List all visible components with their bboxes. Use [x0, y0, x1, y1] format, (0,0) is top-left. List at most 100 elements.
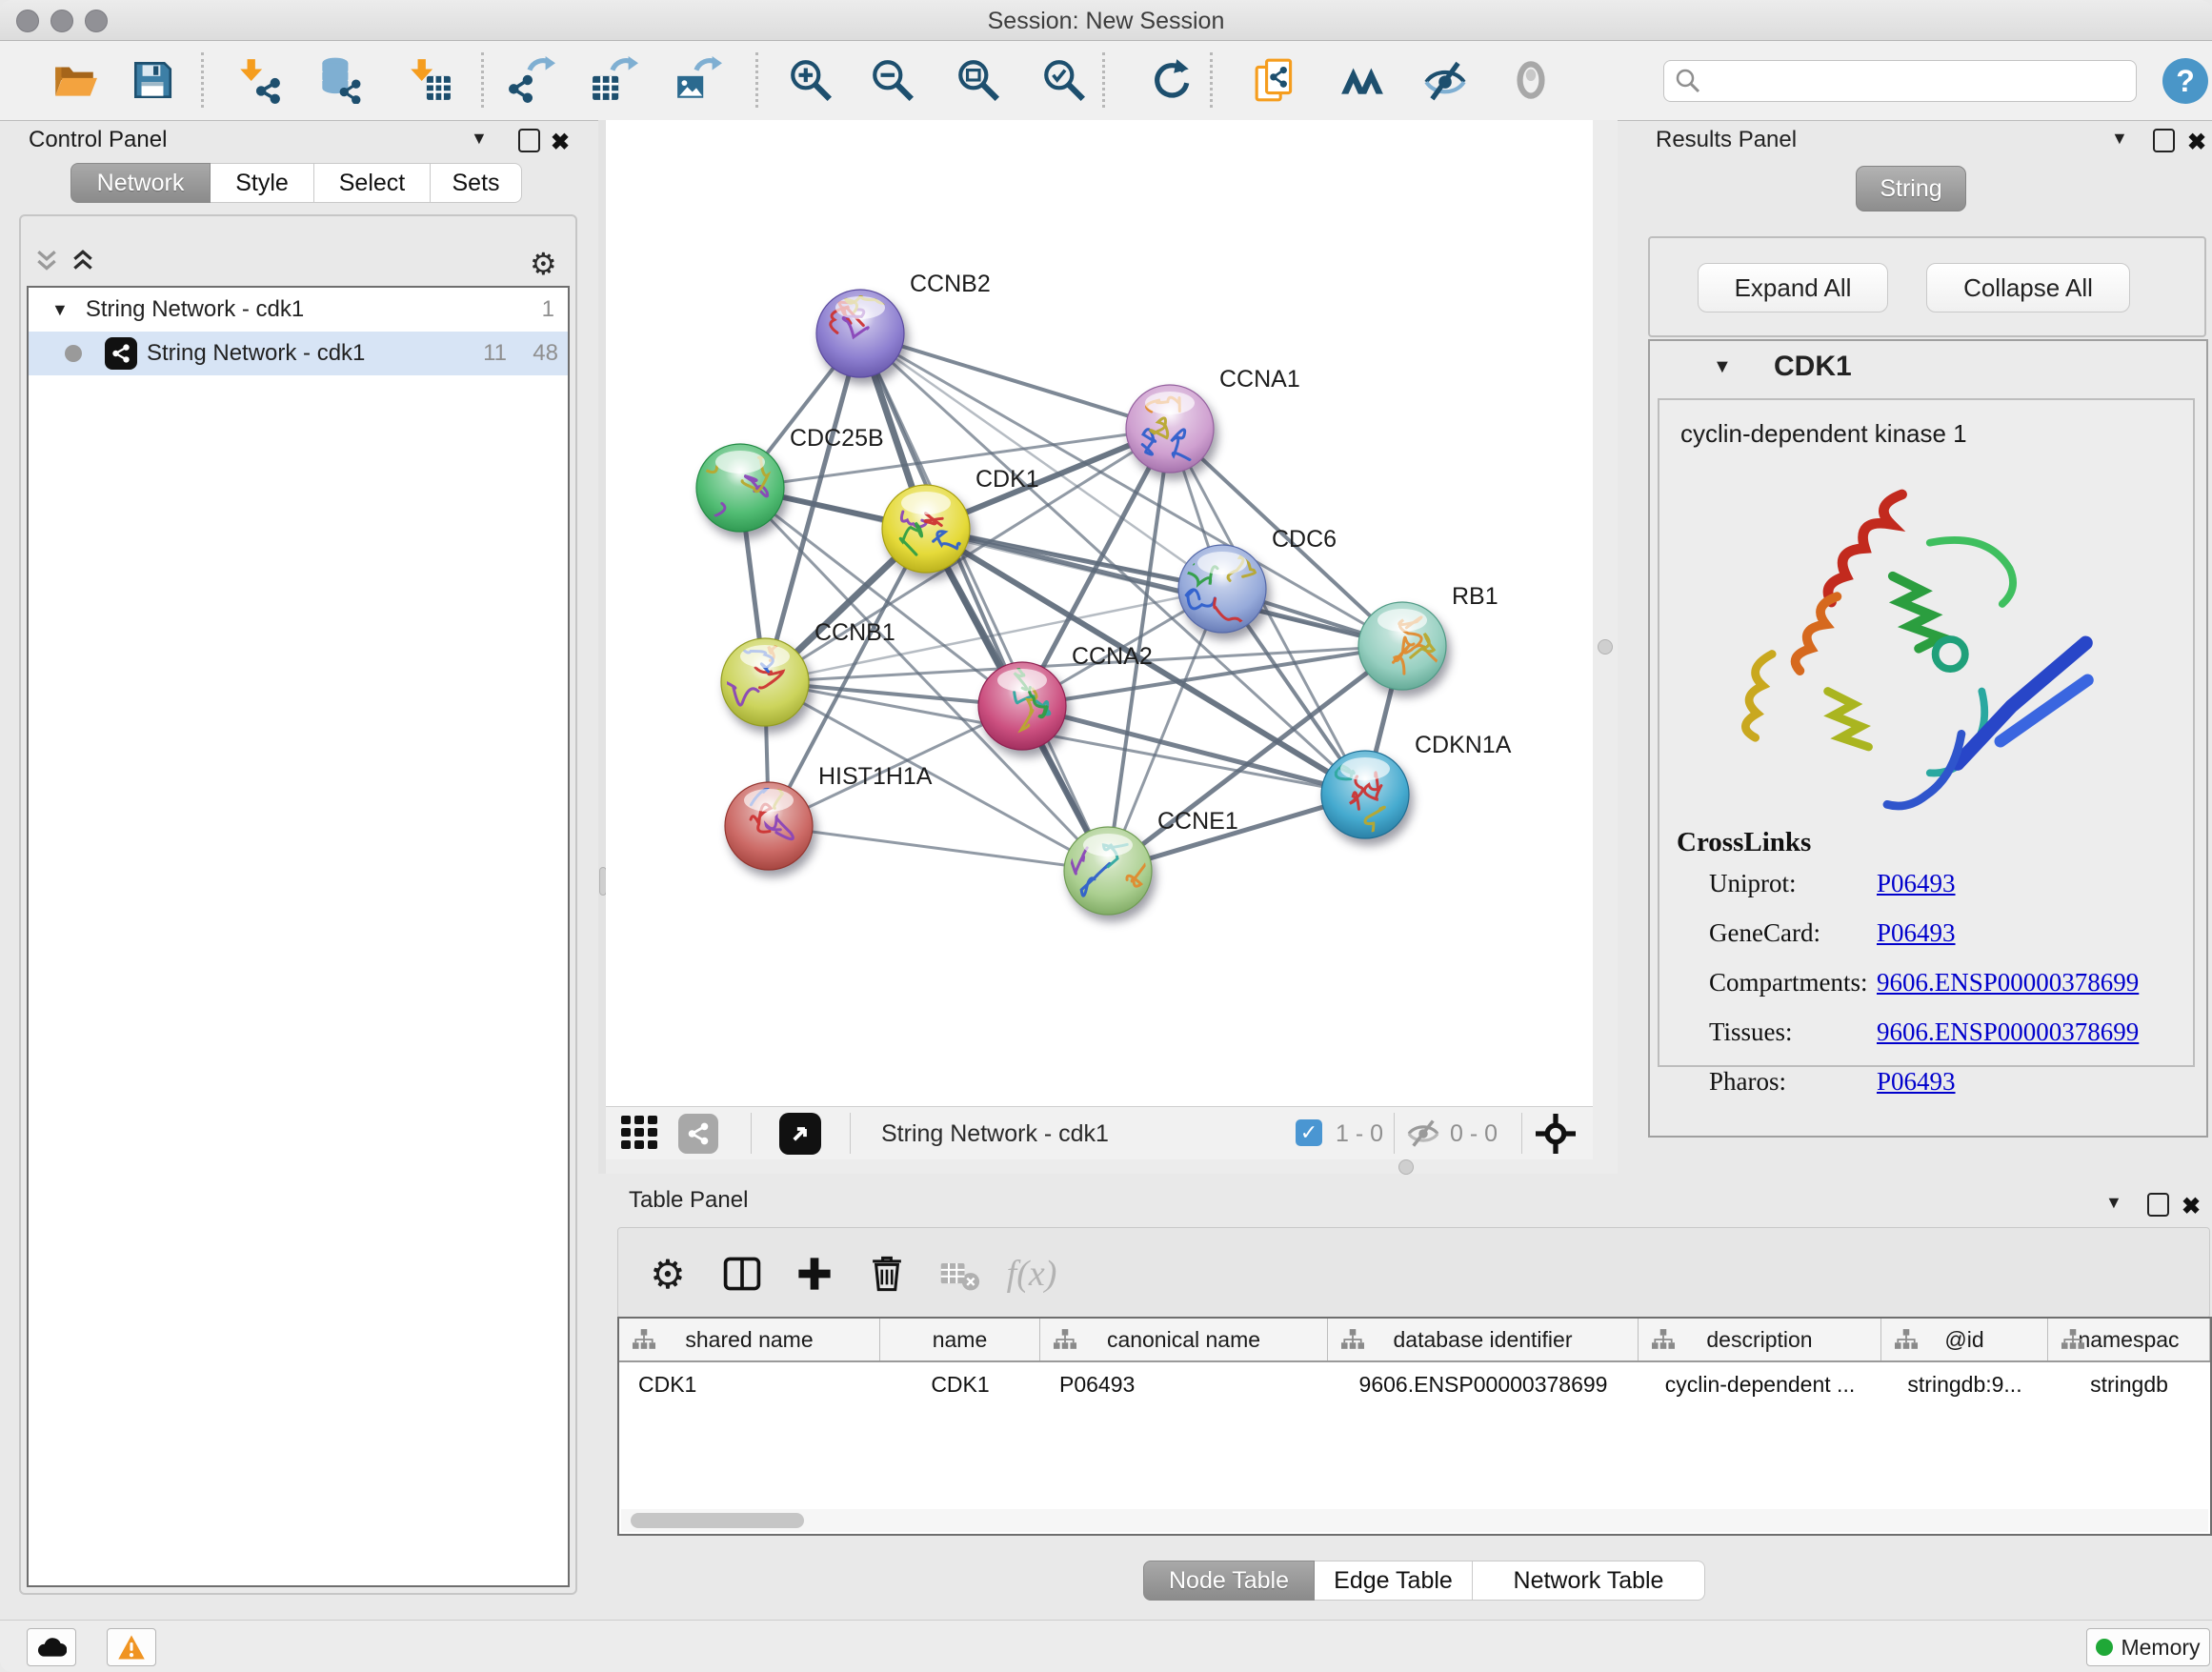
table-panel-close-icon[interactable]: ✖ — [2182, 1193, 2201, 1220]
graph-node-RB1[interactable]: RB1 — [1358, 583, 1498, 690]
gene-collapse-icon[interactable]: ▼ — [1713, 356, 1732, 378]
results-panel-float-icon[interactable] — [2153, 129, 2175, 152]
table-row[interactable]: CDK1CDK1P064939606.ENSP00000378699cyclin… — [619, 1362, 2210, 1406]
table-cell[interactable]: CDK1 — [619, 1362, 880, 1406]
table-horizontal-scrollbar[interactable] — [621, 1509, 2208, 1532]
column-header-shared-name[interactable]: shared name — [619, 1319, 880, 1360]
import-table-icon[interactable] — [402, 53, 455, 107]
table-cell[interactable]: 9606.ENSP00000378699 — [1328, 1362, 1639, 1406]
graph-node-CCNB2[interactable]: CCNB2 — [816, 271, 991, 377]
control-panel-close-icon[interactable]: ✖ — [551, 129, 570, 156]
new-network-from-selection-icon[interactable] — [1250, 53, 1303, 107]
column-header-name[interactable]: name — [880, 1319, 1040, 1360]
apply-layout-icon[interactable] — [1143, 53, 1196, 107]
collection-expand-icon[interactable]: ▼ — [51, 300, 69, 320]
column-header-namespac[interactable]: namespac — [2048, 1319, 2210, 1360]
collapse-all-button[interactable]: Collapse All — [1926, 263, 2130, 312]
delete-column-trash-icon[interactable] — [862, 1249, 912, 1299]
crosslink-value-link[interactable]: 9606.ENSP00000378699 — [1877, 1017, 2139, 1047]
scrollbar-thumb[interactable] — [631, 1513, 804, 1528]
graph-node-CDC25B[interactable]: CDC25B — [689, 425, 883, 534]
graph-node-label: CCNA2 — [1072, 643, 1153, 670]
crosslink-value-link[interactable]: P06493 — [1877, 918, 1956, 948]
crosslink-value-link[interactable]: P06493 — [1877, 1067, 1956, 1097]
help-icon[interactable]: ? — [2162, 58, 2208, 104]
network-canvas[interactable]: CCNB2CCNA1CDC25BCDK1CDC6RB1CCNB1CCNA2CDK… — [606, 120, 1593, 1106]
right-splitter[interactable] — [1593, 120, 1618, 1174]
memory-button[interactable]: Memory — [2086, 1628, 2210, 1666]
center-view-crosshair-icon[interactable] — [1536, 1114, 1576, 1158]
hidden-eye-icon[interactable] — [1405, 1118, 1441, 1154]
graph-edge-HIST1H1A-CCNE1[interactable] — [769, 826, 1108, 871]
hide-selected-icon[interactable] — [1418, 53, 1472, 107]
tab-sets[interactable]: Sets — [431, 163, 522, 203]
column-header-database-identifier[interactable]: database identifier — [1328, 1319, 1639, 1360]
table-cell[interactable]: P06493 — [1040, 1362, 1328, 1406]
crosslink-value-link[interactable]: P06493 — [1877, 869, 1956, 898]
zoom-out-icon[interactable] — [866, 53, 919, 107]
graph-node-CCNB1[interactable]: CCNB1 — [718, 619, 895, 726]
export-network-icon[interactable] — [505, 53, 558, 107]
network-row-selected[interactable]: String Network - cdk1 11 48 — [29, 332, 568, 375]
import-network-file-icon[interactable] — [231, 53, 285, 107]
table-cell[interactable]: stringdb:9... — [1881, 1362, 2048, 1406]
zoom-in-icon[interactable] — [784, 53, 837, 107]
control-panel-collapse-icon[interactable]: ▼ — [471, 129, 488, 149]
table-cell[interactable]: stringdb — [2048, 1362, 2210, 1406]
horizontal-splitter[interactable] — [606, 1158, 1593, 1174]
first-neighbors-icon[interactable] — [1336, 53, 1389, 107]
table-settings-gear-icon[interactable]: ⚙ — [643, 1249, 693, 1299]
function-builder-icon[interactable]: f(x) — [1007, 1249, 1056, 1299]
share-network-icon[interactable] — [678, 1114, 718, 1154]
tab-style[interactable]: Style — [211, 163, 314, 203]
add-column-icon[interactable] — [790, 1249, 839, 1299]
network-collection-row[interactable]: ▼ String Network - cdk1 1 — [29, 288, 568, 332]
column-header-@id[interactable]: @id — [1881, 1319, 2048, 1360]
collapse-all-networks-icon[interactable] — [70, 250, 95, 272]
gene-section-header[interactable]: ▼ CDK1 — [1650, 341, 2206, 398]
search-input[interactable] — [1702, 67, 2116, 95]
graph-edge-CCNB2-CCNE1[interactable] — [860, 333, 1108, 871]
gene-description: cyclin-dependent kinase 1 — [1680, 419, 1967, 449]
zoom-selected-icon[interactable] — [1037, 53, 1091, 107]
table-cell[interactable]: CDK1 — [880, 1362, 1040, 1406]
export-image-icon[interactable] — [672, 53, 725, 107]
grid-view-icon[interactable] — [621, 1116, 659, 1157]
tab-network[interactable]: Network — [70, 163, 211, 203]
expand-all-networks-icon[interactable] — [34, 250, 59, 272]
table-panel-float-icon[interactable] — [2147, 1193, 2169, 1217]
warning-icon[interactable] — [107, 1628, 156, 1666]
show-all-icon[interactable] — [1504, 53, 1558, 107]
column-header-description[interactable]: description — [1639, 1319, 1881, 1360]
results-panel-close-icon[interactable]: ✖ — [2187, 129, 2206, 156]
tab-node-table[interactable]: Node Table — [1143, 1561, 1315, 1601]
graph-node-HIST1H1A[interactable]: HIST1H1A — [725, 753, 933, 870]
show-columns-icon[interactable] — [717, 1249, 767, 1299]
table-cell[interactable]: cyclin-dependent ... — [1639, 1362, 1881, 1406]
graph-node-CDK1[interactable]: CDK1 — [882, 466, 1039, 573]
network-list-options-gear-icon[interactable]: ⚙ — [530, 246, 557, 282]
crosslink-value-link[interactable]: 9606.ENSP00000378699 — [1877, 968, 2139, 997]
save-session-icon[interactable] — [126, 53, 179, 107]
open-session-icon[interactable] — [48, 53, 101, 107]
table-panel-collapse-icon[interactable]: ▼ — [2105, 1193, 2122, 1213]
expand-all-button[interactable]: Expand All — [1698, 263, 1888, 312]
tab-edge-table[interactable]: Edge Table — [1315, 1561, 1473, 1601]
left-splitter[interactable] — [598, 120, 606, 1174]
birdseye-view-icon[interactable] — [779, 1113, 821, 1155]
delete-table-icon[interactable] — [935, 1249, 984, 1299]
tab-string[interactable]: String — [1856, 166, 1966, 212]
graph-edge-CCNB2-CCNA1[interactable] — [860, 333, 1170, 429]
selected-nodes-checkbox-icon[interactable]: ✓ — [1296, 1119, 1322, 1146]
graph-node-CDKN1A[interactable]: CDKN1A — [1321, 732, 1512, 838]
graph-node-CCNA1[interactable]: CCNA1 — [1126, 366, 1300, 473]
export-table-icon[interactable] — [588, 53, 641, 107]
tab-select[interactable]: Select — [314, 163, 431, 203]
control-panel-float-icon[interactable] — [518, 129, 540, 152]
tab-network-table[interactable]: Network Table — [1473, 1561, 1705, 1601]
cloud-icon[interactable] — [27, 1628, 76, 1666]
results-panel-collapse-icon[interactable]: ▼ — [2111, 129, 2128, 149]
import-network-database-icon[interactable] — [312, 53, 365, 107]
column-header-canonical-name[interactable]: canonical name — [1040, 1319, 1328, 1360]
zoom-fit-icon[interactable] — [952, 53, 1005, 107]
